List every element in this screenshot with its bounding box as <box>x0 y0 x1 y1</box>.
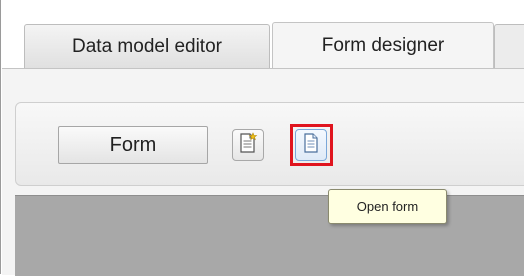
tab-data-model-editor[interactable]: Data model editor <box>24 24 270 68</box>
tab-label: Form designer <box>321 34 445 56</box>
tab-strip: Data model editor Form designer <box>2 0 524 76</box>
tab-overflow[interactable] <box>494 24 524 68</box>
design-canvas[interactable] <box>15 195 524 276</box>
form-button[interactable]: Form <box>58 126 208 164</box>
tab-label: Data model editor <box>72 35 222 57</box>
window-frame: Data model editor Form designer Form Ope… <box>0 0 524 276</box>
highlight-box <box>290 124 333 166</box>
toolbar: Form <box>15 102 524 186</box>
tooltip: Open form <box>328 189 447 224</box>
form-designer-panel: Form <box>2 68 524 276</box>
tooltip-text: Open form <box>356 199 419 214</box>
new-form-button[interactable] <box>232 129 264 161</box>
new-document-icon <box>238 131 258 159</box>
